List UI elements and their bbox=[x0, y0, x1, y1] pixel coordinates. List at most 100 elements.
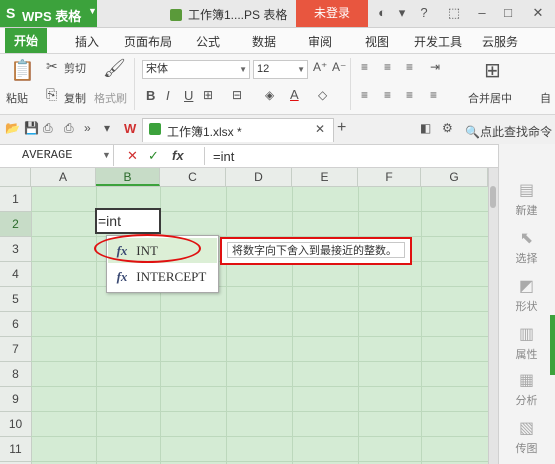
pane-analysis[interactable]: ▦ 分析 bbox=[498, 370, 555, 408]
italic-icon[interactable]: I bbox=[166, 88, 170, 103]
pane-upload-image[interactable]: ▧ 传图 bbox=[498, 418, 555, 456]
preview-icon[interactable]: ⎙ bbox=[64, 121, 74, 136]
new-tab-icon[interactable]: + bbox=[337, 119, 346, 137]
more-icon[interactable]: » bbox=[84, 121, 91, 135]
confirm-formula-button[interactable]: ✓ bbox=[148, 148, 159, 164]
column-header[interactable]: D bbox=[226, 168, 292, 186]
paste-icon[interactable]: 📋 bbox=[10, 58, 35, 83]
minimize-icon[interactable]: – bbox=[474, 5, 490, 21]
name-box[interactable]: AVERAGE bbox=[0, 145, 114, 166]
auto-wrap-button[interactable]: 自 bbox=[540, 90, 551, 106]
pane-select[interactable]: ⬉ 选择 bbox=[498, 228, 555, 266]
row-header[interactable]: 11 bbox=[0, 437, 31, 462]
tab-formulas[interactable]: 公式 bbox=[196, 33, 220, 50]
save-icon[interactable]: 💾 bbox=[24, 121, 39, 135]
login-button[interactable]: 未登录 bbox=[296, 0, 368, 27]
row-header[interactable]: 6 bbox=[0, 312, 31, 337]
justify-icon[interactable]: ≡ bbox=[430, 88, 437, 102]
cancel-formula-button[interactable]: ✕ bbox=[127, 148, 138, 164]
merge-cells-icon[interactable]: ⊟ bbox=[232, 88, 242, 102]
font-color-icon[interactable]: A bbox=[290, 87, 299, 102]
border-icon[interactable]: ⊞ bbox=[203, 88, 213, 102]
tab-cloud[interactable]: 云服务 bbox=[482, 33, 518, 50]
pane-new[interactable]: ▤ 新建 bbox=[498, 180, 555, 218]
font-name-select[interactable]: 宋体 ▼ bbox=[142, 60, 250, 79]
column-header[interactable]: G bbox=[421, 168, 488, 186]
underline-icon[interactable]: U bbox=[184, 88, 193, 103]
column-header[interactable]: C bbox=[160, 168, 226, 186]
shirt-icon[interactable]: ▾ bbox=[394, 5, 410, 21]
pane-toggle-handle[interactable] bbox=[550, 315, 555, 375]
tab-home[interactable]: 开始 bbox=[5, 28, 48, 53]
align-center-icon[interactable]: ≡ bbox=[384, 88, 391, 102]
align-top-icon[interactable]: ≡ bbox=[361, 60, 368, 74]
clear-format-icon[interactable]: ◇ bbox=[318, 88, 327, 102]
indent-icon[interactable]: ⇥ bbox=[430, 60, 440, 74]
tab-page-layout[interactable]: 页面布局 bbox=[124, 33, 172, 50]
active-cell-b2[interactable]: =int bbox=[95, 208, 161, 234]
row-header[interactable]: 2 bbox=[0, 212, 31, 237]
row-header[interactable]: 10 bbox=[0, 412, 31, 437]
merge-center-button[interactable]: 合并居中 bbox=[468, 90, 512, 106]
pane-properties[interactable]: ▥ 属性 bbox=[498, 324, 555, 362]
properties-icon: ▥ bbox=[518, 326, 535, 343]
skin-icon[interactable]: ◐ bbox=[374, 5, 390, 21]
chevron-down-icon[interactable]: ▼ bbox=[102, 150, 111, 160]
column-header[interactable]: A bbox=[31, 168, 96, 186]
tab-view[interactable]: 视图 bbox=[365, 33, 389, 50]
toolbar-settings-icon[interactable]: ⚙ bbox=[442, 121, 453, 135]
align-right-icon[interactable]: ≡ bbox=[406, 88, 413, 102]
tab-data[interactable]: 数据 bbox=[252, 33, 276, 50]
tab-insert[interactable]: 插入 bbox=[75, 33, 99, 50]
wps-w-icon[interactable]: W bbox=[124, 121, 136, 136]
row-header[interactable]: 4 bbox=[0, 262, 31, 287]
open-icon[interactable]: 📂 bbox=[5, 121, 20, 135]
find-command-search[interactable]: 🔍点此查找命令 bbox=[465, 123, 552, 140]
formula-input[interactable]: =int bbox=[213, 149, 234, 164]
column-header[interactable]: E bbox=[292, 168, 358, 186]
vertical-scrollbar[interactable] bbox=[488, 168, 498, 464]
font-size-select[interactable]: 12 ▼ bbox=[253, 60, 308, 79]
maximize-icon[interactable]: □ bbox=[500, 5, 516, 21]
row-header[interactable]: 3 bbox=[0, 237, 31, 262]
new-icon: ▤ bbox=[518, 182, 535, 199]
spreadsheet-grid[interactable] bbox=[0, 168, 497, 464]
grid-line bbox=[292, 187, 293, 464]
select-all-corner[interactable] bbox=[0, 168, 31, 186]
bold-icon[interactable]: B bbox=[146, 88, 155, 103]
tab-developer[interactable]: 开发工具 bbox=[414, 33, 462, 50]
row-header[interactable]: 1 bbox=[0, 187, 31, 212]
paste-button[interactable]: 粘贴 bbox=[6, 90, 28, 106]
close-icon[interactable]: ✕ bbox=[530, 5, 546, 21]
column-header[interactable]: B bbox=[96, 168, 160, 186]
cut-button[interactable]: 剪切 bbox=[64, 60, 86, 76]
dropdown-icon[interactable]: ▾ bbox=[104, 121, 110, 135]
toolbar-d-icon[interactable]: ◧ bbox=[420, 121, 431, 135]
align-left-icon[interactable]: ≡ bbox=[361, 88, 368, 102]
tab-review[interactable]: 审阅 bbox=[308, 33, 332, 50]
app-menu-button[interactable]: S WPS 表格 ▼ bbox=[0, 0, 97, 27]
row-header[interactable]: 5 bbox=[0, 287, 31, 312]
fill-color-icon[interactable]: ◈ bbox=[265, 88, 274, 102]
close-tab-icon[interactable]: ✕ bbox=[315, 122, 325, 136]
print-icon[interactable]: ⎙ bbox=[43, 121, 53, 136]
row-header[interactable]: 7 bbox=[0, 337, 31, 362]
autocomplete-item-intercept[interactable]: fx INTERCEPT bbox=[108, 264, 217, 289]
row-header[interactable]: 9 bbox=[0, 387, 31, 412]
scrollbar-thumb[interactable] bbox=[490, 186, 496, 208]
insert-function-button[interactable]: fx bbox=[172, 148, 184, 163]
font-grow-icon[interactable]: A⁺ bbox=[313, 60, 327, 74]
column-header[interactable]: F bbox=[358, 168, 421, 186]
help-icon[interactable]: ? bbox=[416, 5, 432, 21]
align-bottom-icon[interactable]: ≡ bbox=[406, 60, 413, 74]
row-header[interactable]: 8 bbox=[0, 362, 31, 387]
grid-line bbox=[31, 286, 497, 287]
copy-button[interactable]: 复制 bbox=[64, 90, 86, 106]
font-shrink-icon[interactable]: A⁻ bbox=[332, 60, 346, 74]
document-tab[interactable]: 工作簿1.xlsx * ✕ bbox=[142, 118, 334, 142]
pane-shapes[interactable]: ◩ 形状 bbox=[498, 276, 555, 314]
restore-icon[interactable]: ⬚ bbox=[446, 5, 462, 21]
merge-center-icon[interactable]: ⊞ bbox=[484, 58, 501, 83]
align-middle-icon[interactable]: ≡ bbox=[384, 60, 391, 74]
format-painter-button[interactable]: 格式刷 bbox=[94, 90, 127, 106]
